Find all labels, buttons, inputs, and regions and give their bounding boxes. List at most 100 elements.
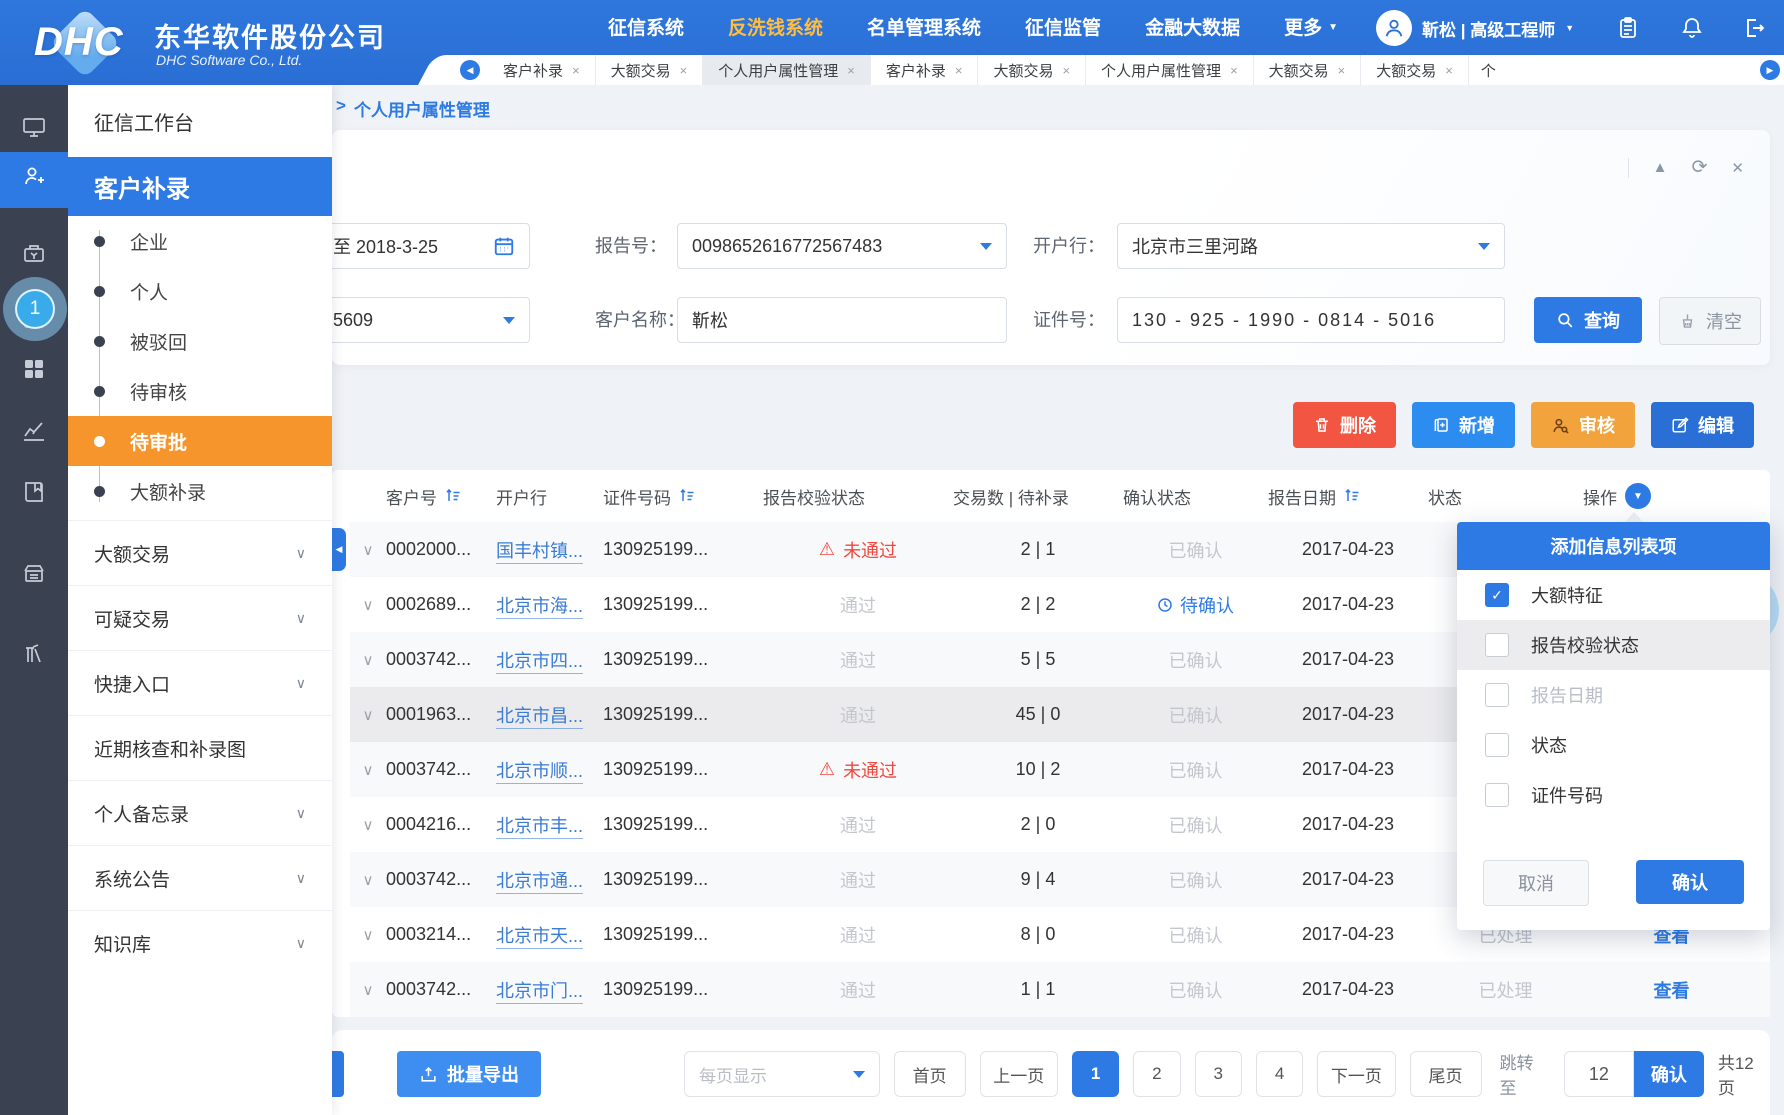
apps-grid-icon[interactable]: [21, 356, 47, 382]
prev-page-button[interactable]: 上一页: [980, 1051, 1058, 1097]
collapse-icon[interactable]: ▲: [1653, 159, 1668, 176]
close-icon[interactable]: ×: [680, 63, 688, 78]
user-box[interactable]: 靳松 | 高级工程师 ▼: [1376, 10, 1574, 46]
close-icon[interactable]: ×: [1338, 63, 1346, 78]
sidebar-sub-item[interactable]: 企业: [68, 216, 332, 266]
report-no-select[interactable]: 0098652616772567483: [677, 223, 1007, 269]
table-row[interactable]: ◀ ∨ 0003742... 北京市门... 130925199... ⚠ 通过…: [350, 962, 1770, 1017]
page-tab[interactable]: 大额交易 ×: [596, 55, 704, 85]
column-picker-option[interactable]: 状态: [1457, 720, 1770, 770]
table-column-header[interactable]: 交易数 | 待补录 ▼: [953, 484, 1123, 509]
close-icon[interactable]: ×: [955, 63, 963, 78]
page-tab[interactable]: 个人用户属性管理 ×: [1086, 55, 1254, 85]
table-column-header[interactable]: 状态 ▼: [1428, 484, 1583, 509]
row-expand-icon[interactable]: ∨: [350, 596, 386, 614]
per-page-select[interactable]: 每页显示: [684, 1051, 880, 1097]
edit-button[interactable]: 编辑: [1651, 402, 1754, 448]
table-column-header[interactable]: 报告日期 ▼: [1268, 484, 1428, 509]
sidebar-item-workbench[interactable]: 征信工作台: [68, 85, 332, 157]
table-column-header[interactable]: 操作 ▼: [1583, 483, 1760, 509]
clipboard-icon[interactable]: [1616, 16, 1640, 40]
sidebar-sub-item[interactable]: 被驳回: [68, 316, 332, 366]
row-expand-icon[interactable]: ∨: [350, 871, 386, 889]
page-number-button[interactable]: 2: [1133, 1051, 1180, 1097]
jump-confirm-button[interactable]: 确认: [1634, 1051, 1704, 1097]
cash-box-icon[interactable]: [21, 240, 47, 266]
cell-bank-link[interactable]: 北京市通...: [496, 867, 603, 893]
sidebar-section[interactable]: 系统公告 ∨: [68, 845, 332, 910]
table-column-header[interactable]: 开户行 ▼: [496, 484, 603, 509]
sidebar-section[interactable]: 大额交易 ∨: [68, 520, 332, 585]
date-range-field[interactable]: 至 2018-3-25: [318, 223, 530, 269]
monitor-icon[interactable]: [21, 114, 47, 140]
row-expand-icon[interactable]: ∨: [350, 981, 386, 999]
sort-icon[interactable]: [679, 488, 695, 504]
page-tab[interactable]: 大额交易 ×: [1361, 55, 1469, 85]
account-no-select[interactable]: 5609: [318, 297, 530, 343]
cell-bank-link[interactable]: 国丰村镇...: [496, 537, 603, 563]
cell-bank-link[interactable]: 北京市天...: [496, 922, 603, 948]
top-nav-item[interactable]: 征信系统 ▼: [608, 13, 684, 40]
bell-icon[interactable]: [1680, 16, 1704, 40]
top-nav-item[interactable]: 金融大数据 ▼: [1145, 13, 1240, 40]
add-button[interactable]: 新增: [1412, 402, 1515, 448]
cell-bank-link[interactable]: 北京市海...: [496, 592, 603, 618]
collapse-handle-icon[interactable]: ◀: [332, 528, 346, 571]
table-column-header[interactable]: 证件号码 ▼: [603, 484, 763, 509]
top-nav-item[interactable]: 名单管理系统 ▼: [867, 13, 981, 40]
page-tab[interactable]: 客户补录 ×: [488, 55, 596, 85]
view-link[interactable]: 查看: [1583, 977, 1760, 1003]
sidebar-section[interactable]: 个人备忘录 ∨: [68, 780, 332, 845]
checkbox[interactable]: [1485, 633, 1509, 657]
close-icon[interactable]: ✕: [1731, 159, 1744, 177]
library-books-icon[interactable]: [21, 641, 47, 667]
bank-select[interactable]: 北京市三里河路: [1117, 223, 1505, 269]
batch-export-button[interactable]: 批量导出: [397, 1051, 541, 1097]
top-nav-item[interactable]: 更多 ▼: [1284, 13, 1338, 40]
page-tab[interactable]: 大额交易 ×: [1254, 55, 1362, 85]
cancel-button[interactable]: 取消: [1483, 860, 1589, 906]
sort-icon[interactable]: [1344, 488, 1360, 504]
tab-scroll-right-icon[interactable]: ▶: [1760, 60, 1780, 80]
row-expand-icon[interactable]: ∨: [350, 651, 386, 669]
next-page-button[interactable]: 下一页: [1317, 1051, 1395, 1097]
cell-bank-link[interactable]: 北京市昌...: [496, 702, 603, 728]
row-expand-icon[interactable]: ∨: [350, 761, 386, 779]
sidebar-section[interactable]: 快捷入口 ∨: [68, 650, 332, 715]
sort-icon[interactable]: [445, 488, 461, 504]
page-tab[interactable]: 大额交易 ×: [978, 55, 1086, 85]
logout-icon[interactable]: [1742, 16, 1766, 40]
sidebar-section[interactable]: 近期核查和补录图 ∨: [68, 715, 332, 780]
sidebar-section[interactable]: 可疑交易 ∨: [68, 585, 332, 650]
page-number-button[interactable]: 4: [1256, 1051, 1303, 1097]
jump-page-input[interactable]: 12: [1564, 1051, 1634, 1097]
close-icon[interactable]: ×: [1445, 63, 1453, 78]
page-number-button[interactable]: 1: [1072, 1051, 1119, 1097]
line-chart-icon[interactable]: [21, 419, 47, 445]
sidebar-sub-item[interactable]: 大额补录: [68, 466, 332, 516]
cell-bank-link[interactable]: 北京市四...: [496, 647, 603, 673]
refresh-icon[interactable]: ⟳: [1692, 156, 1708, 179]
sidebar-sub-item[interactable]: 待审核: [68, 366, 332, 416]
row-expand-icon[interactable]: ∨: [350, 816, 386, 834]
delete-button[interactable]: 删除: [1293, 402, 1396, 448]
row-expand-icon[interactable]: ∨: [350, 706, 386, 724]
sidebar-sub-item[interactable]: 待审批: [68, 416, 332, 466]
column-picker-option[interactable]: 证件号码: [1457, 770, 1770, 820]
column-picker-option[interactable]: 报告校验状态: [1457, 620, 1770, 670]
table-column-header[interactable]: 报告校验状态 ▼: [763, 484, 953, 509]
clear-button[interactable]: 清空: [1659, 297, 1761, 345]
confirm-button[interactable]: 确认: [1636, 860, 1744, 904]
first-page-button[interactable]: 首页: [894, 1051, 966, 1097]
page-number-button[interactable]: 3: [1195, 1051, 1242, 1097]
column-picker-option[interactable]: 报告日期: [1457, 670, 1770, 720]
row-expand-icon[interactable]: ∨: [350, 541, 386, 559]
checkbox[interactable]: [1485, 683, 1509, 707]
sidebar-section[interactable]: 知识库 ∨: [68, 910, 332, 975]
close-icon[interactable]: ×: [1062, 63, 1070, 78]
row-expand-icon[interactable]: ∨: [350, 926, 386, 944]
page-tab[interactable]: 个人用户属性管理 ×: [703, 55, 871, 85]
breadcrumb-current[interactable]: 个人用户属性管理: [354, 96, 490, 121]
page-tab[interactable]: 客户补录 ×: [871, 55, 979, 85]
checkbox[interactable]: ✓: [1485, 583, 1509, 607]
